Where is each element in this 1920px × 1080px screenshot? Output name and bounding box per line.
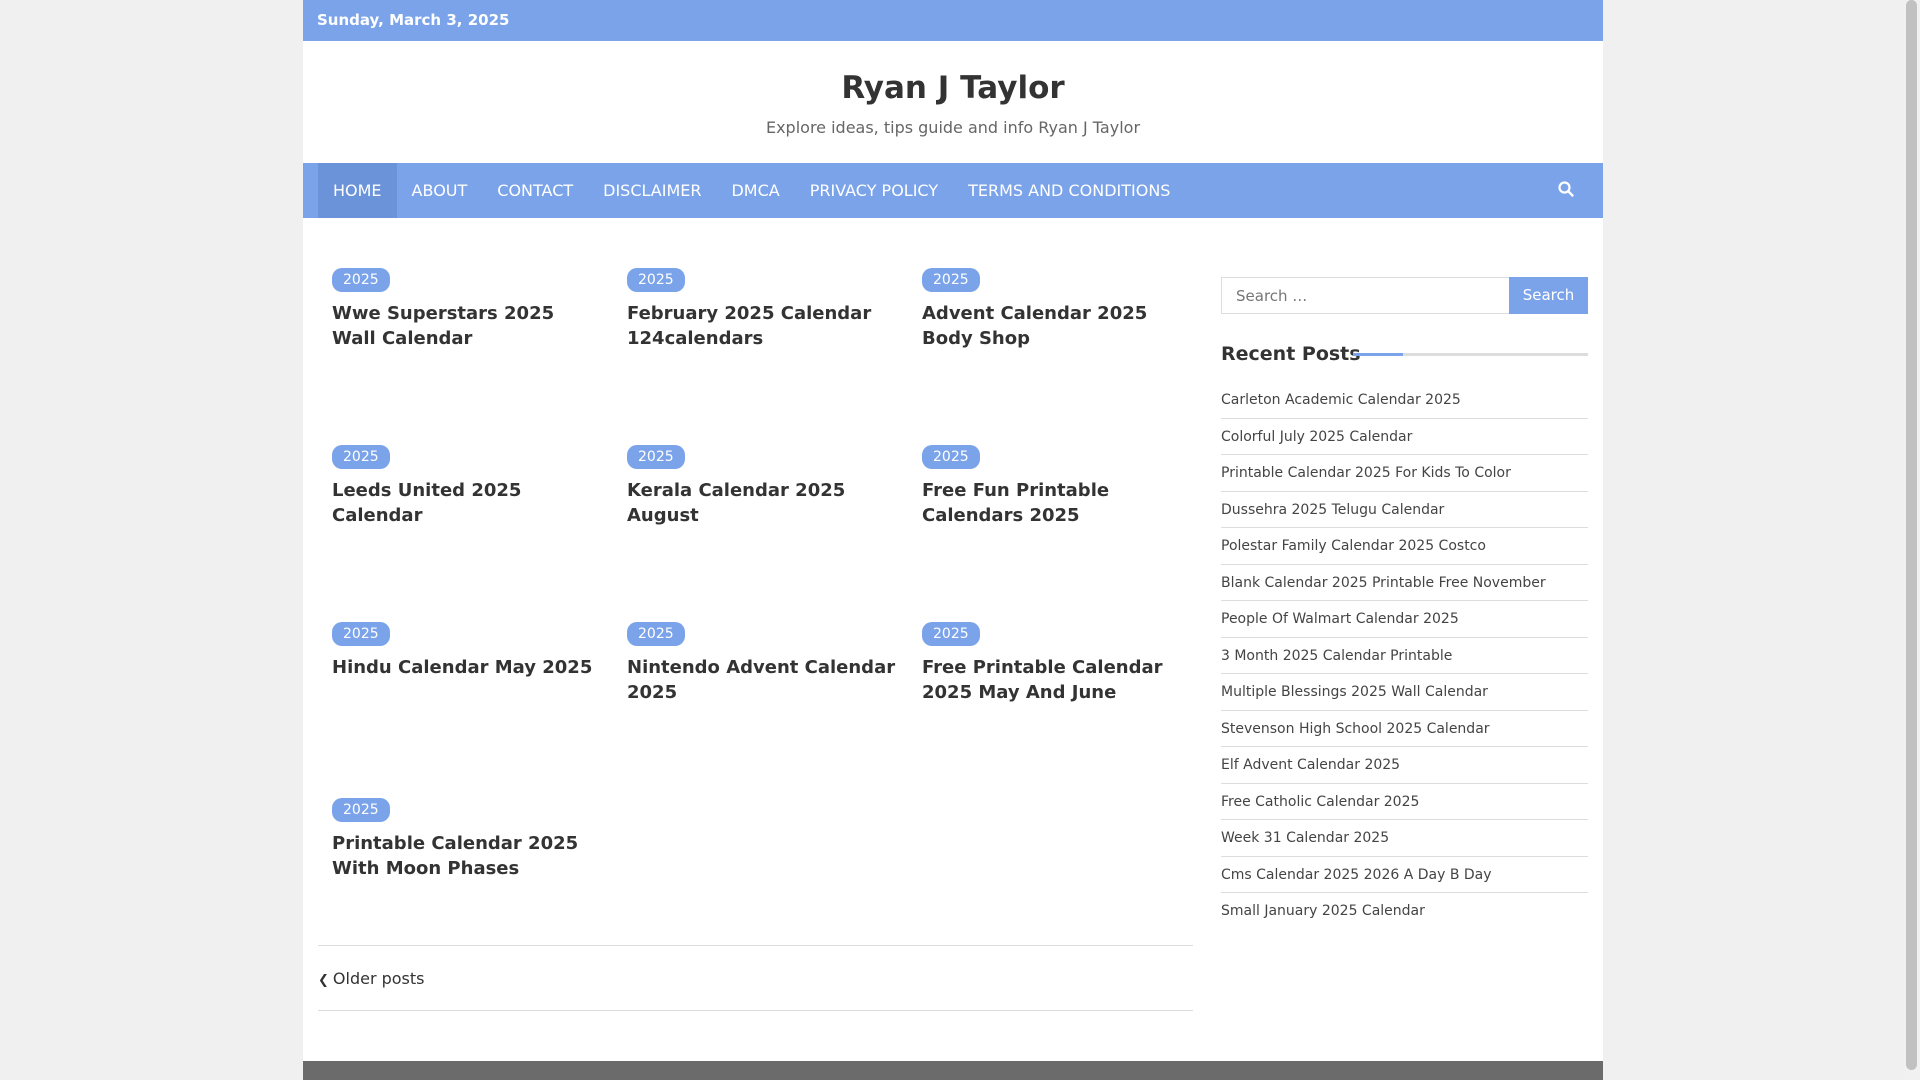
recent-post-link[interactable]: Week 31 Calendar 2025 xyxy=(1221,820,1588,857)
top-bar: Sunday, March 3, 2025 xyxy=(303,0,1603,41)
nav-item-privacy-policy[interactable]: PRIVACY POLICY xyxy=(795,163,953,218)
recent-post-link[interactable]: Elf Advent Calendar 2025 xyxy=(1221,747,1588,784)
older-posts-label: Older posts xyxy=(332,969,425,988)
category-badge[interactable]: 2025 xyxy=(332,798,390,822)
post-title[interactable]: Free Printable Calendar 2025 May And Jun… xyxy=(922,655,1192,705)
category-badge[interactable]: 2025 xyxy=(922,268,980,292)
search-input[interactable] xyxy=(1221,277,1510,314)
nav-item-home[interactable]: HOME xyxy=(318,163,397,218)
recent-posts-list: Carleton Academic Calendar 2025 Colorful… xyxy=(1221,382,1588,930)
category-badge[interactable]: 2025 xyxy=(627,268,685,292)
category-badge[interactable]: 2025 xyxy=(332,268,390,292)
post-card: 2025 Free Fun Printable Calendars 2025 xyxy=(922,445,1192,528)
footer xyxy=(303,1061,1603,1080)
recent-post-link[interactable]: Printable Calendar 2025 For Kids To Colo… xyxy=(1221,455,1588,492)
category-badge[interactable]: 2025 xyxy=(332,445,390,469)
post-card: 2025 February 2025 Calendar 124calendars xyxy=(627,268,897,351)
post-title[interactable]: Kerala Calendar 2025 August xyxy=(627,478,897,528)
post-card: 2025 Kerala Calendar 2025 August xyxy=(627,445,897,528)
site-description: Explore ideas, tips guide and info Ryan … xyxy=(765,118,1141,137)
post-title[interactable]: Hindu Calendar May 2025 xyxy=(332,655,602,680)
scrollbar-thumb[interactable] xyxy=(1906,0,1917,1070)
main-navigation: HOME ABOUT CONTACT DISCLAIMER DMCA PRIVA… xyxy=(303,163,1603,218)
post-title[interactable]: Leeds United 2025 Calendar xyxy=(332,478,602,528)
recent-post-link[interactable]: Small January 2025 Calendar xyxy=(1221,893,1588,930)
post-title[interactable]: Printable Calendar 2025 With Moon Phases xyxy=(332,831,602,881)
chevron-left-icon: ❮ xyxy=(318,973,329,988)
nav-item-about[interactable]: ABOUT xyxy=(397,163,483,218)
recent-post-link[interactable]: Free Catholic Calendar 2025 xyxy=(1221,784,1588,820)
recent-post-link[interactable]: Blank Calendar 2025 Printable Free Novem… xyxy=(1221,565,1588,601)
heading-divider xyxy=(1353,353,1588,356)
recent-post-link[interactable]: People Of Walmart Calendar 2025 xyxy=(1221,601,1588,638)
recent-post-link[interactable]: 3 Month 2025 Calendar Printable xyxy=(1221,638,1588,674)
post-title[interactable]: Free Fun Printable Calendars 2025 xyxy=(922,478,1192,528)
recent-post-link[interactable]: Polestar Family Calendar 2025 Costco xyxy=(1221,528,1588,565)
post-card: 2025 Printable Calendar 2025 With Moon P… xyxy=(332,798,602,881)
post-card: 2025 Nintendo Advent Calendar 2025 xyxy=(627,622,897,705)
category-badge[interactable]: 2025 xyxy=(332,622,390,646)
post-card: 2025 Hindu Calendar May 2025 xyxy=(332,622,602,680)
search-button[interactable]: Search xyxy=(1509,277,1588,314)
post-card: 2025 Leeds United 2025 Calendar xyxy=(332,445,602,528)
post-card: 2025 Wwe Superstars 2025 Wall Calendar xyxy=(332,268,602,351)
post-title[interactable]: Nintendo Advent Calendar 2025 xyxy=(627,655,897,705)
category-badge[interactable]: 2025 xyxy=(922,445,980,469)
page: Sunday, March 3, 2025 Ryan J Taylor Expl… xyxy=(303,0,1603,1080)
recent-post-link[interactable]: Carleton Academic Calendar 2025 xyxy=(1221,382,1588,419)
current-date: Sunday, March 3, 2025 xyxy=(317,11,510,29)
recent-post-link[interactable]: Stevenson High School 2025 Calendar xyxy=(1221,711,1588,747)
nav-item-disclaimer[interactable]: DISCLAIMER xyxy=(588,163,716,218)
post-card: 2025 Free Printable Calendar 2025 May An… xyxy=(922,622,1192,705)
recent-post-link[interactable]: Dussehra 2025 Telugu Calendar xyxy=(1221,492,1588,528)
category-badge[interactable]: 2025 xyxy=(627,622,685,646)
category-badge[interactable]: 2025 xyxy=(627,445,685,469)
vertical-scrollbar[interactable] xyxy=(1903,0,1920,1080)
nav-item-dmca[interactable]: DMCA xyxy=(716,163,794,218)
post-title[interactable]: Wwe Superstars 2025 Wall Calendar xyxy=(332,301,602,351)
site-branding: Ryan J Taylor Explore ideas, tips guide … xyxy=(303,41,1603,163)
recent-post-link[interactable]: Multiple Blessings 2025 Wall Calendar xyxy=(1221,674,1588,711)
nav-item-terms[interactable]: TERMS AND CONDITIONS xyxy=(953,163,1185,218)
older-posts-link[interactable]: ❮ Older posts xyxy=(318,969,425,988)
recent-post-link[interactable]: Colorful July 2025 Calendar xyxy=(1221,419,1588,455)
post-title[interactable]: February 2025 Calendar 124calendars xyxy=(627,301,897,351)
search-icon[interactable] xyxy=(1557,180,1577,200)
nav-item-contact[interactable]: CONTACT xyxy=(482,163,588,218)
pagination: ❮ Older posts xyxy=(318,945,1193,1011)
category-badge[interactable]: 2025 xyxy=(922,622,980,646)
site-title[interactable]: Ryan J Taylor xyxy=(303,41,1603,108)
recent-post-link[interactable]: Cms Calendar 2025 2026 A Day B Day xyxy=(1221,857,1588,893)
post-title[interactable]: Advent Calendar 2025 Body Shop xyxy=(922,301,1192,351)
post-card: 2025 Advent Calendar 2025 Body Shop xyxy=(922,268,1192,351)
